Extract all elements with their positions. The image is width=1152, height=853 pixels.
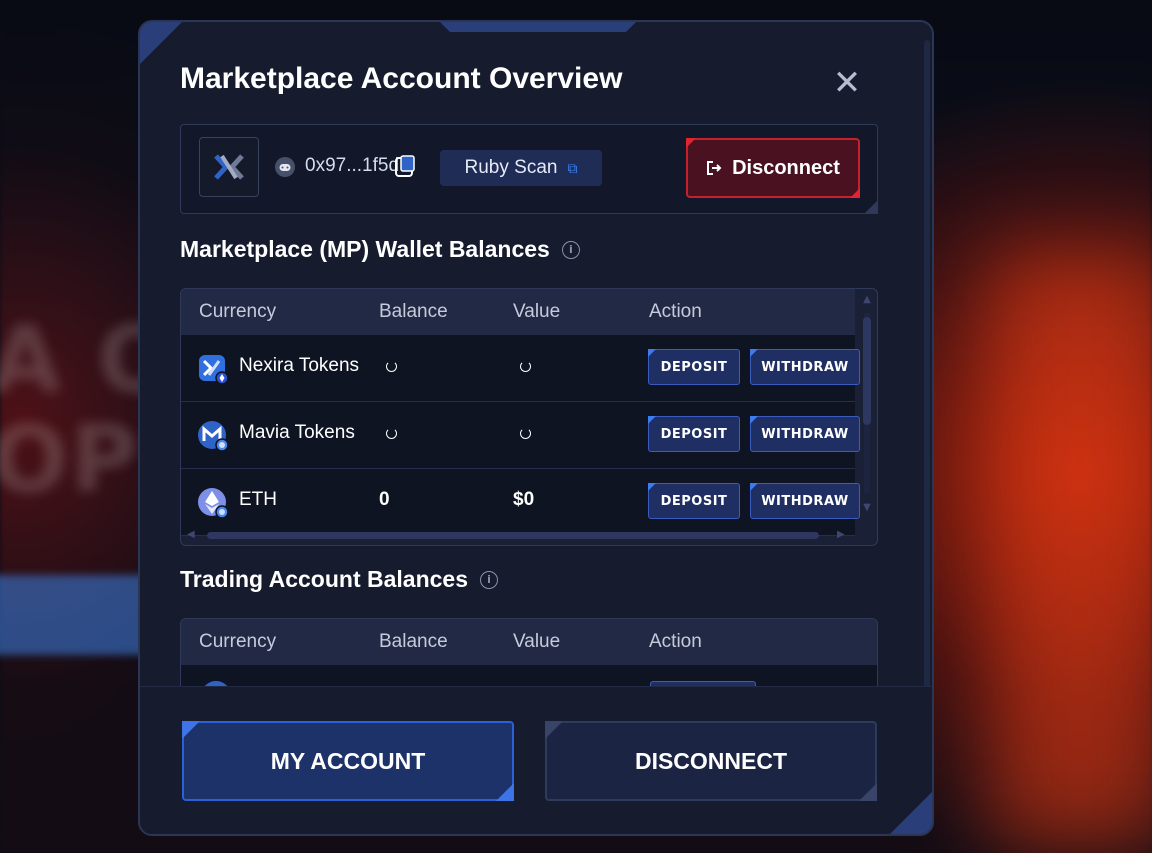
withdraw-label: WITHDRAW: [761, 493, 849, 509]
mavia-token-icon: [198, 421, 229, 452]
button-corner: [686, 138, 696, 148]
card-corner-decoration: [864, 200, 878, 214]
trading-section-title: Trading Account Balances i: [180, 566, 498, 593]
scroll-down-arrow[interactable]: ▼: [861, 503, 873, 513]
scroll-left-arrow[interactable]: ◀: [187, 529, 195, 541]
column-header-balance: Balance: [379, 301, 448, 322]
button-corner: [850, 188, 860, 198]
button-corner: [750, 416, 758, 424]
withdraw-label: WITHDRAW: [761, 359, 849, 375]
ruby-scan-label: Ruby Scan: [464, 157, 558, 178]
background-glow: [990, 250, 1152, 850]
column-header-action: Action: [649, 631, 702, 652]
button-corner: [750, 483, 758, 491]
button-corner: [182, 721, 200, 739]
scroll-up-arrow[interactable]: ▲: [861, 295, 873, 305]
button-corner: [859, 783, 877, 801]
modal-scrollbar[interactable]: [924, 40, 930, 710]
withdraw-button[interactable]: WITHDRAW: [750, 349, 860, 385]
disconnect-label: Disconnect: [732, 156, 840, 179]
external-link-icon: ⧉: [567, 159, 578, 176]
eth-icon: [198, 488, 229, 519]
wallet-logo: [199, 137, 259, 197]
copy-icon[interactable]: [395, 155, 417, 179]
nexira-logo-icon: [214, 154, 244, 180]
currency-name: ETH: [239, 489, 277, 510]
footer-disconnect-label: DISCONNECT: [634, 747, 788, 774]
account-card: 0x97...1f5d Ruby Scan ⧉ Disconnect: [180, 124, 878, 214]
column-header-balance: Balance: [379, 631, 448, 652]
withdraw-label: WITHDRAW: [761, 426, 849, 442]
background-blurred-button: [0, 575, 150, 655]
modal-corner-decoration: [888, 790, 932, 834]
withdraw-button[interactable]: WITHDRAW: [750, 416, 860, 452]
button-corner: [648, 416, 656, 424]
modal-top-tab-decoration: [438, 22, 638, 32]
account-overview-modal: Marketplace Account Overview ✕ 0x97...1f…: [138, 20, 934, 836]
deposit-button[interactable]: DEPOSIT: [648, 483, 740, 519]
gamepad-icon: [275, 157, 295, 177]
loading-spinner: [386, 361, 397, 372]
modal-title: Marketplace Account Overview: [180, 62, 623, 95]
currency-name: Nexira Tokens: [239, 355, 360, 376]
table-header: Currency Balance Value Action: [181, 619, 877, 665]
deposit-label: DEPOSIT: [660, 493, 728, 509]
footer-disconnect-button[interactable]: DISCONNECT: [545, 721, 877, 801]
loading-spinner: [520, 361, 531, 372]
loading-spinner: [386, 428, 397, 439]
mp-wallet-section-title: Marketplace (MP) Wallet Balances i: [180, 236, 580, 263]
info-icon[interactable]: i: [561, 240, 580, 259]
withdraw-button[interactable]: WITHDRAW: [750, 483, 860, 519]
table-row: Mavia Tokens DEPOSIT WITHDRAW: [181, 402, 860, 469]
modal-footer: MY ACCOUNT DISCONNECT: [140, 686, 932, 834]
table-row: ETH 0 $0 DEPOSIT WITHDRAW: [181, 469, 860, 536]
close-icon[interactable]: ✕: [830, 66, 864, 100]
scroll-thumb[interactable]: [863, 317, 871, 425]
mp-wallet-table: Currency Balance Value Action Nexira Tok…: [180, 288, 878, 546]
value-amount: $0: [513, 489, 535, 510]
deposit-label: DEPOSIT: [660, 426, 728, 442]
info-icon[interactable]: i: [480, 570, 498, 589]
button-corner: [648, 483, 656, 491]
ruby-scan-link[interactable]: Ruby Scan ⧉: [440, 150, 602, 186]
mp-wallet-title-text: Marketplace (MP) Wallet Balances: [180, 236, 550, 262]
wallet-address: 0x97...1f5d: [305, 155, 400, 176]
logout-icon: [707, 161, 722, 175]
deposit-label: DEPOSIT: [660, 359, 728, 375]
button-corner: [496, 783, 514, 801]
table-header: Currency Balance Value Action: [181, 289, 855, 335]
scroll-thumb[interactable]: [207, 532, 819, 539]
button-corner: [545, 721, 563, 739]
scroll-right-arrow[interactable]: ▶: [837, 529, 845, 541]
column-header-action: Action: [649, 301, 702, 322]
deposit-button[interactable]: DEPOSIT: [648, 349, 740, 385]
disconnect-button[interactable]: Disconnect: [686, 138, 860, 198]
column-header-value: Value: [513, 301, 561, 322]
column-header-value: Value: [513, 631, 561, 652]
trading-title-text: Trading Account Balances: [180, 566, 468, 592]
modal-corner-decoration: [140, 22, 184, 66]
column-header-currency: Currency: [199, 631, 277, 652]
loading-spinner: [520, 428, 531, 439]
my-account-label: MY ACCOUNT: [270, 747, 426, 774]
my-account-button[interactable]: MY ACCOUNT: [182, 721, 514, 801]
table-row: Nexira Tokens DEPOSIT WITHDRAW: [181, 335, 860, 402]
nexira-token-icon: [199, 355, 229, 385]
balance-value: 0: [379, 489, 390, 510]
button-corner: [750, 349, 758, 357]
table-vertical-scrollbar[interactable]: ▲ ▼: [861, 295, 873, 515]
column-header-currency: Currency: [199, 301, 277, 322]
table-horizontal-scrollbar[interactable]: ◀ ▶: [187, 529, 853, 541]
deposit-button[interactable]: DEPOSIT: [648, 416, 740, 452]
currency-name: Mavia Tokens: [239, 422, 355, 443]
button-corner: [648, 349, 656, 357]
